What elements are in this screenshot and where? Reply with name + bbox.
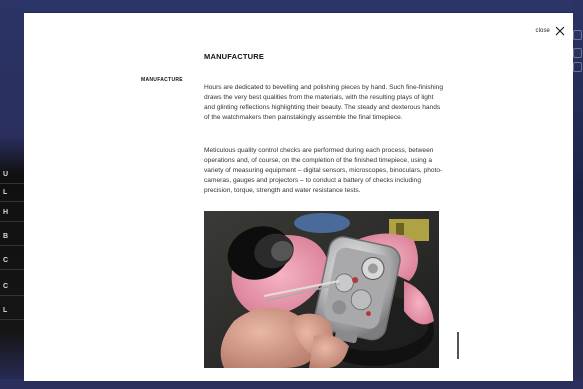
body-paragraph: Hours are dedicated to bevelling and pol… [204, 84, 443, 122]
section-side-label: MANUFACTURE [141, 77, 183, 83]
background-row: L [0, 302, 24, 320]
background-row: H [0, 204, 24, 222]
background-row: U [0, 166, 24, 184]
background-row: B [0, 228, 24, 246]
background-left-panel: U L H B C C L [0, 0, 24, 389]
background-row: C [0, 252, 24, 270]
section-heading: MANUFACTURE [204, 52, 265, 61]
close-button[interactable]: close [535, 24, 565, 38]
close-icon[interactable] [555, 26, 565, 36]
manufacture-modal: close MANUFACTURE MANUFACTURE Hours are … [24, 13, 573, 381]
background-mark [573, 48, 582, 58]
scrollbar-thumb[interactable] [457, 332, 459, 359]
background-mark [573, 62, 582, 72]
background-header [0, 0, 583, 12]
background-mark [573, 30, 582, 40]
close-label[interactable]: close [535, 28, 550, 34]
background-row: C [0, 278, 24, 296]
background-row: L [0, 184, 24, 202]
watchmaker-photo [204, 211, 439, 368]
background-right-panel [573, 0, 583, 389]
body-paragraph: Meticulous quality control checks are pe… [204, 147, 443, 195]
